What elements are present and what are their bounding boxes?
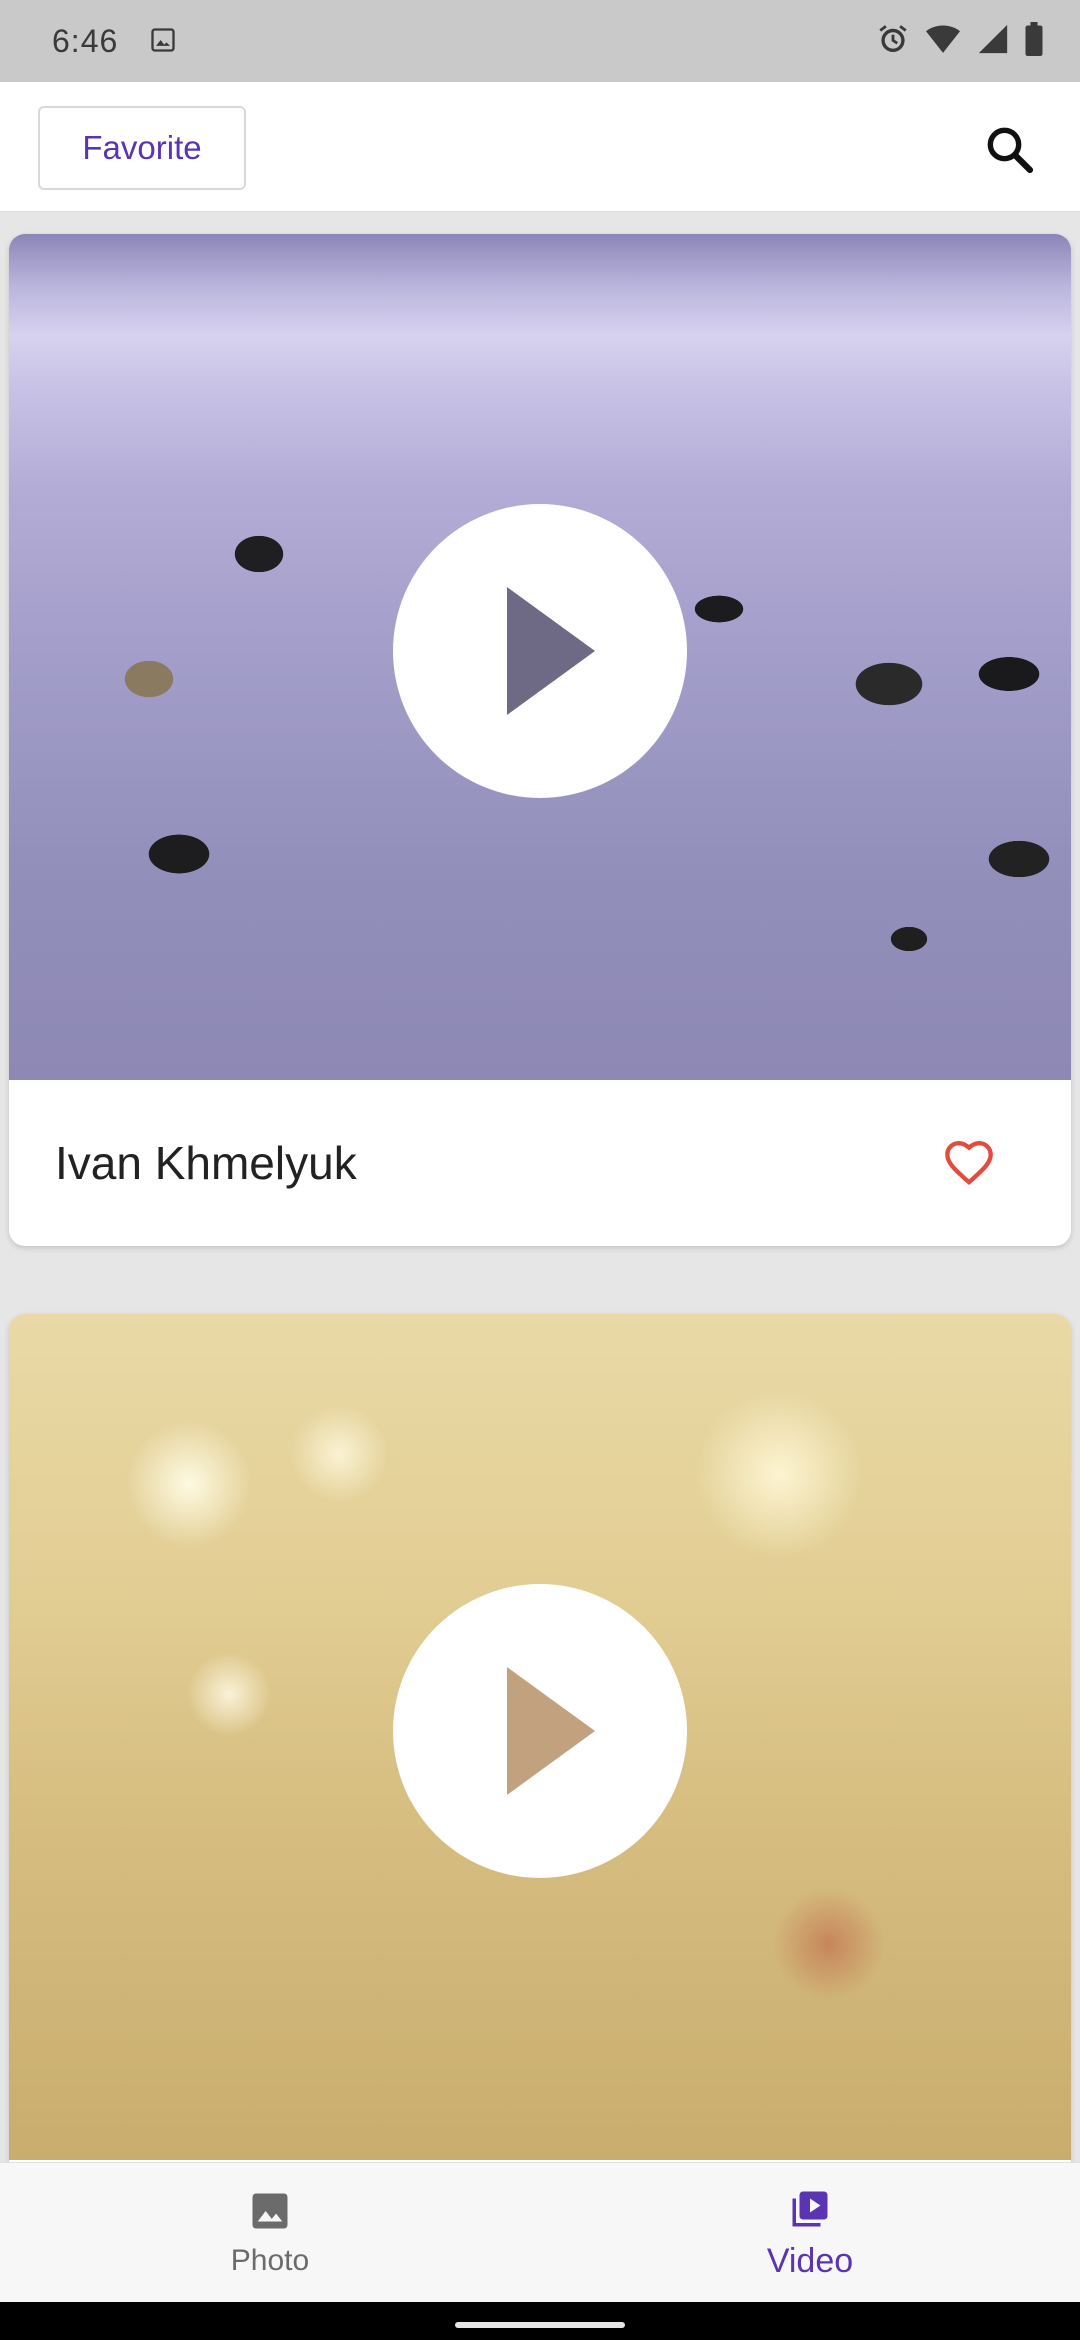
play-icon xyxy=(507,587,595,715)
app-bar: Favorite xyxy=(0,82,1080,212)
status-time: 6:46 xyxy=(52,22,119,59)
author-name: Ivan Khmelyuk xyxy=(55,1137,357,1189)
nav-label-video: Video xyxy=(766,2241,854,2280)
gallery-icon xyxy=(151,28,175,52)
wifi-icon xyxy=(926,25,960,53)
video-card[interactable]: Ivan Khmelyuk xyxy=(9,234,1071,1246)
status-icons xyxy=(876,22,1044,56)
video-library-icon xyxy=(792,2191,828,2226)
play-icon xyxy=(507,1667,595,1795)
video-thumbnail[interactable] xyxy=(9,1314,1071,2160)
status-bar: 6:46 xyxy=(0,0,1080,82)
search-icon[interactable] xyxy=(982,122,1036,176)
heart-outline-icon[interactable] xyxy=(943,1138,995,1186)
nav-item-photo[interactable]: Photo xyxy=(0,2163,540,2303)
signal-icon xyxy=(978,24,1008,54)
home-gesture-bar[interactable] xyxy=(455,2322,625,2328)
favorite-button[interactable]: Favorite xyxy=(38,106,246,190)
video-feed[interactable]: Ivan Khmelyuk xyxy=(0,212,1080,2162)
nav-item-video[interactable]: Video xyxy=(540,2163,1080,2303)
gesture-area xyxy=(0,2302,1080,2340)
play-button[interactable] xyxy=(393,504,687,798)
video-card[interactable] xyxy=(9,1314,1071,2162)
card-footer: Ivan Khmelyuk xyxy=(9,1080,1071,1246)
video-thumbnail[interactable] xyxy=(9,234,1071,1080)
alarm-icon xyxy=(879,25,907,53)
photo-icon xyxy=(252,2193,288,2229)
nav-label-photo: Photo xyxy=(230,2244,310,2277)
bottom-navigation: Photo Video xyxy=(0,2162,1080,2302)
battery-icon xyxy=(1025,22,1043,56)
play-button[interactable] xyxy=(393,1584,687,1878)
